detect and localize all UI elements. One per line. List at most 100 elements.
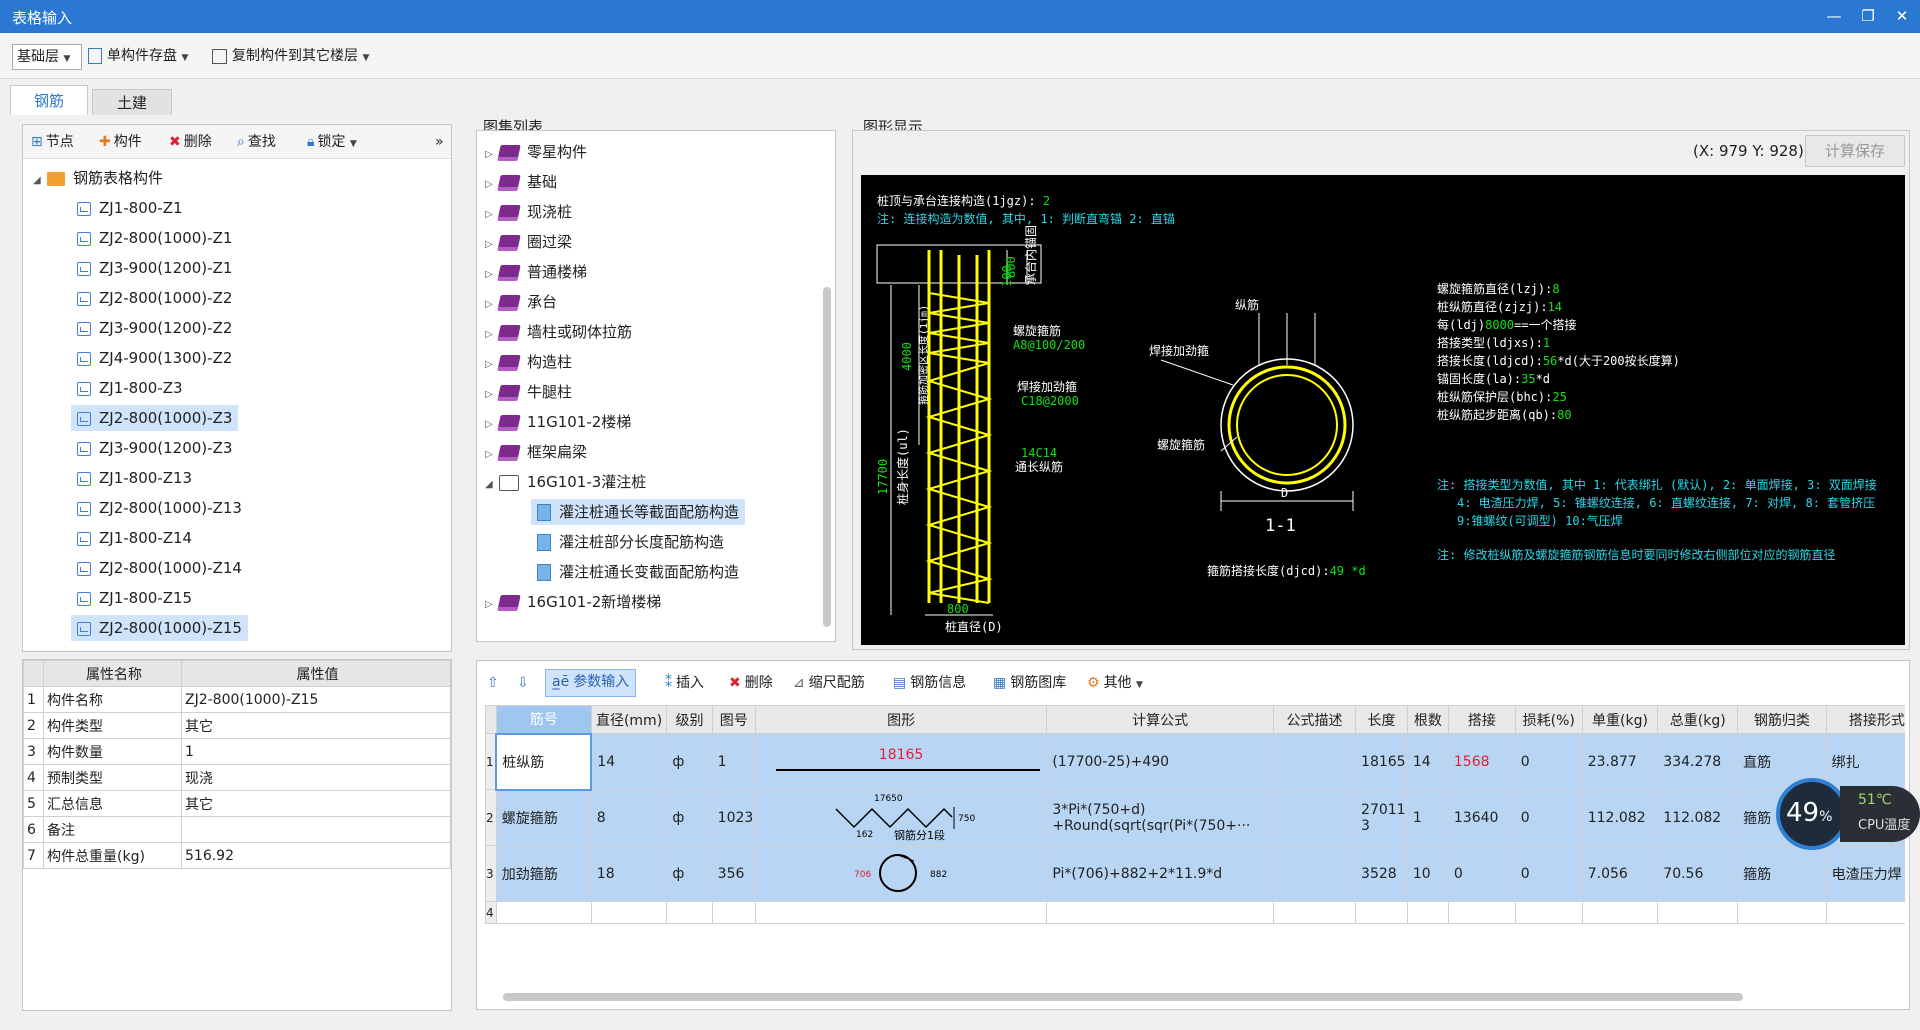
cell-desc[interactable] [1273, 845, 1357, 902]
props-value[interactable]: 其它 [181, 712, 451, 739]
cell-grade[interactable]: ф [666, 845, 713, 902]
props-value[interactable]: 516.92 [181, 842, 451, 869]
props-row[interactable]: 3 构件数量 1 [23, 738, 451, 765]
cell-loss[interactable]: 0 [1514, 789, 1583, 846]
atlas-item[interactable]: ▷ 11G101-2楼梯 [485, 409, 631, 435]
tab-rebar[interactable]: 钢筋 [10, 85, 88, 115]
grid-header[interactable]: 搭接形式 [1825, 705, 1905, 734]
cad-drawing[interactable]: 桩顶与承台连接构造(1jgz): 2 注: 连接构造为数值, 其中, 1: 判断… [861, 175, 1905, 645]
cpu-widget[interactable]: 49% 51℃ CPU温度 [1776, 778, 1920, 850]
cell-unit[interactable]: 7.056 [1581, 845, 1659, 902]
cell-shape[interactable]: 706 882 [754, 845, 1048, 902]
component-button[interactable]: ✚ 构件 [99, 130, 142, 154]
cell-count[interactable] [1406, 901, 1449, 924]
props-row[interactable]: 4 预制类型 现浇 [23, 764, 451, 791]
cell-fig[interactable]: 1023 [711, 789, 756, 846]
tree-item[interactable]: ZJ2-800(1000)-Z3 [71, 405, 239, 431]
delete-button[interactable]: ✖ 删除 [169, 130, 212, 154]
cell-formula[interactable]: 3*Pi*(750+d) +Round(sqrt(sqr(Pi*(750+··· [1046, 789, 1275, 846]
atlas-item[interactable]: ◢ 16G101-3灌注桩 [485, 469, 646, 495]
cell-lap[interactable]: 1568 [1447, 733, 1516, 790]
props-row[interactable]: 6 备注 [23, 816, 451, 843]
atlas-item[interactable]: ▷ 构造柱 [485, 349, 572, 375]
tree-item[interactable]: ZJ2-800(1000)-Z2 [71, 285, 238, 311]
cell-dia[interactable]: 18 [590, 845, 668, 902]
calc-save-button[interactable]: 计算保存 [1805, 135, 1905, 167]
cell-shape[interactable]: 17650 750 162 钢筋分1段 [754, 789, 1048, 846]
cell-lap[interactable]: 0 [1447, 845, 1516, 902]
cell-fig[interactable]: 1 [711, 733, 756, 790]
minimize-button[interactable]: — [1822, 5, 1846, 27]
table-row[interactable]: 1 桩纵筋 14 ф 1 18165 (17700-25)+490 18165 14 1568 0 2… [485, 732, 1905, 791]
cell-lapform[interactable] [1825, 901, 1905, 924]
tab-civil[interactable]: 土建 [92, 89, 172, 115]
props-value[interactable]: ZJ2-800(1000)-Z15 [181, 686, 451, 713]
other-button[interactable]: ⚙ 其他 ▼ [1087, 671, 1143, 695]
cell-unit[interactable] [1581, 901, 1659, 924]
cell-loss[interactable]: 0 [1514, 845, 1583, 902]
grid-header[interactable]: 直径(mm) [590, 705, 668, 734]
grid-header[interactable]: 根数 [1406, 705, 1449, 734]
atlas-scrollbar[interactable] [823, 287, 831, 627]
tree-item[interactable]: ZJ4-900(1300)-Z2 [71, 345, 238, 371]
tree-item[interactable]: ZJ3-900(1200)-Z1 [71, 255, 238, 281]
cell-count[interactable]: 1 [1406, 789, 1449, 846]
cell-name[interactable]: 加劲箍筋 [495, 845, 592, 902]
cell-grade[interactable]: ф [666, 789, 713, 846]
grid-delete-button[interactable]: ✖ 删除 [729, 671, 773, 695]
tree-item[interactable]: ZJ3-900(1200)-Z3 [71, 435, 238, 461]
cell-dia[interactable]: 8 [590, 789, 668, 846]
cell-formula[interactable]: Pi*(706)+882+2*11.9*d [1046, 845, 1275, 902]
floor-select[interactable]: 基础层 ▼ [12, 44, 82, 70]
atlas-item[interactable]: ▷ 16G101-2新增楼梯 [485, 589, 661, 615]
grid-header[interactable]: 钢筋归类 [1737, 705, 1827, 734]
atlas-child-item[interactable]: 灌注桩部分长度配筋构造 [531, 529, 730, 555]
rebar-info-button[interactable]: ▤ 钢筋信息 [893, 671, 966, 695]
scale-button[interactable]: ⊿ 缩尺配筋 [793, 671, 865, 695]
cell-desc[interactable] [1273, 733, 1357, 790]
tree-item[interactable]: ZJ2-800(1000)-Z15 [71, 615, 248, 641]
grid-header[interactable]: 长度 [1355, 705, 1408, 734]
tree-item[interactable]: ZJ1-800-Z3 [71, 375, 189, 401]
atlas-item[interactable]: ▷ 零星构件 [485, 139, 587, 165]
cell-desc[interactable] [1273, 789, 1357, 846]
props-value[interactable]: 1 [181, 738, 451, 765]
grid-header[interactable]: 搭接 [1447, 705, 1516, 734]
cell-dia[interactable] [590, 901, 668, 924]
grid-header[interactable]: 总重(kg) [1657, 705, 1739, 734]
cell-len[interactable]: 27011 3 [1355, 789, 1408, 846]
cell-cat[interactable]: 箍筋 [1737, 845, 1827, 902]
props-row[interactable]: 1 构件名称 ZJ2-800(1000)-Z15 [23, 686, 451, 713]
atlas-item[interactable]: ▷ 承台 [485, 289, 557, 315]
move-down-button[interactable]: ⇩ [517, 671, 529, 695]
cell-unit[interactable]: 23.877 [1581, 733, 1659, 790]
tree-item[interactable]: ZJ3-900(1200)-Z2 [71, 315, 238, 341]
atlas-item[interactable]: ▷ 圈过梁 [485, 229, 572, 255]
tree-root[interactable]: ◢ 钢筋表格构件 [33, 165, 163, 191]
grid-header[interactable]: 计算公式 [1046, 705, 1275, 734]
cell-unit[interactable]: 112.082 [1581, 789, 1659, 846]
grid-header[interactable]: 筋号 [495, 705, 592, 734]
atlas-item[interactable]: ▷ 墙柱或砌体拉筋 [485, 319, 632, 345]
props-row[interactable]: 7 构件总重量(kg) 516.92 [23, 842, 451, 869]
cell-cat[interactable] [1737, 901, 1827, 924]
cell-len[interactable]: 18165 [1355, 733, 1408, 790]
close-button[interactable]: ✕ [1890, 5, 1914, 27]
cell-len[interactable] [1355, 901, 1408, 924]
tree-item[interactable]: ZJ1-800-Z14 [71, 525, 198, 551]
grid-header[interactable]: 单重(kg) [1581, 705, 1659, 734]
cell-lapform[interactable]: 电渣压力焊 [1825, 845, 1905, 902]
cell-total[interactable] [1657, 901, 1739, 924]
cell-count[interactable]: 14 [1406, 733, 1449, 790]
cell-grade[interactable] [666, 901, 713, 924]
cell-len[interactable]: 3528 [1355, 845, 1408, 902]
lock-button[interactable]: 🔒︎ 锁定 ▼ [307, 130, 357, 154]
move-up-button[interactable]: ⇧ [487, 671, 499, 695]
expand-icon[interactable]: » [435, 130, 444, 154]
param-input-button[interactable]: a̲ē 参数输入 [545, 669, 637, 697]
cell-fig[interactable] [711, 901, 756, 924]
grid-header[interactable]: 图号 [711, 705, 756, 734]
tree-item[interactable]: ZJ1-800-Z15 [71, 585, 198, 611]
grid-header[interactable]: 公式描述 [1273, 705, 1357, 734]
tree-item[interactable]: ZJ1-800-Z1 [71, 195, 189, 221]
